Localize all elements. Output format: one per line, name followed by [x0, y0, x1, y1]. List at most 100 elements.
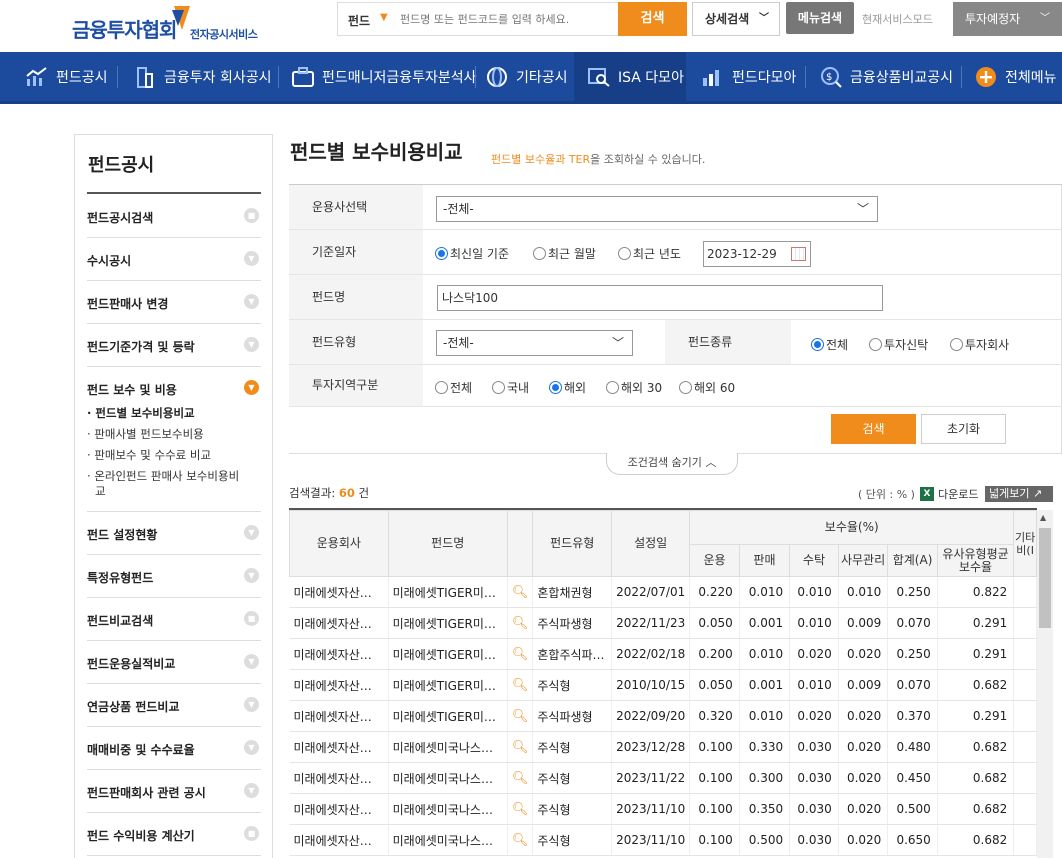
service-mode-label: 현재서비스모드: [862, 13, 933, 26]
chevron-down-icon: ▼: [244, 783, 259, 798]
radio-kind-company[interactable]: 투자회사: [950, 336, 1009, 353]
row-company[interactable]: 미래에셋자산…: [289, 793, 389, 825]
magnifier-icon[interactable]: 🔍︎: [512, 647, 529, 662]
row-fund-name[interactable]: 미래에셋TIGER미…: [388, 669, 508, 701]
radio-month-end[interactable]: 최근 월말: [533, 245, 596, 262]
date-field[interactable]: 2023-12-29: [703, 241, 811, 267]
magnifier-icon[interactable]: 🔍︎: [512, 678, 529, 693]
sidebar-item-special[interactable]: 특정유형펀드 ▼: [87, 555, 261, 598]
sidebar-item-fund-search[interactable]: 펀드공시검색 ■: [87, 195, 261, 238]
row-fund-name[interactable]: 미래에셋TIGER미…: [388, 700, 508, 732]
calendar-icon[interactable]: [791, 247, 806, 261]
row-total-fee: 0.650: [887, 824, 938, 856]
form-search-button[interactable]: 검색: [831, 414, 916, 444]
magnifier-icon[interactable]: 🔍︎: [512, 740, 529, 755]
sidebar-item-seller-disclosure[interactable]: 펀드판매회사 관련 공시 ▼: [87, 770, 261, 813]
radio-region-overseas[interactable]: 해외: [549, 379, 586, 396]
magnifier-icon[interactable]: 🔍︎: [512, 616, 529, 631]
wide-view-button[interactable]: 넓게보기 ↗: [985, 486, 1053, 502]
sidebar-item-seller-change[interactable]: 펀드판매사 변경 ▼: [87, 281, 261, 324]
row-fund-name[interactable]: 미래에셋TIGER미…: [388, 576, 508, 608]
row-company[interactable]: 미래에셋자산…: [289, 762, 389, 794]
radio-region-overseas30[interactable]: 해외 30: [606, 379, 662, 396]
nav-company-disclosure[interactable]: 금융투자 회사공시: [134, 52, 272, 101]
row-company[interactable]: 미래에셋자산…: [289, 824, 389, 856]
sidebar-subitem-sale-fee[interactable]: · 판매보수 및 수수료 비교: [87, 447, 211, 463]
row-similar-fee: 0.682: [937, 669, 1015, 701]
sidebar-item-label: 펀드비교검색: [87, 614, 154, 628]
company-select[interactable]: -전체- ﹀: [436, 196, 878, 222]
radio-kind-trust[interactable]: 투자신탁: [869, 336, 928, 353]
sidebar-subitem-fund-fee[interactable]: · 펀드별 보수비용비교: [87, 405, 195, 421]
row-company[interactable]: 미래에셋자산…: [289, 607, 389, 639]
results-table: 운용회사 펀드명 펀드유형 설정일 보수율(%) 기타비(I 운용 판매 수탁 …: [289, 510, 1037, 856]
menu-search-button[interactable]: 메뉴검색: [786, 2, 854, 34]
fund-type-select[interactable]: -전체- ﹀: [436, 330, 633, 356]
fund-name-label: 펀드명: [289, 275, 423, 319]
advanced-search-button[interactable]: 상세검색 ﹀: [692, 2, 780, 36]
row-fund-name[interactable]: 미래에셋TIGER미…: [388, 607, 508, 639]
sidebar-item-compare-search[interactable]: 펀드비교검색 ■: [87, 598, 261, 641]
row-company[interactable]: 미래에셋자산…: [289, 669, 389, 701]
toggle-label: 조건검색 숨기기: [627, 456, 702, 469]
radio-region-domestic[interactable]: 국내: [492, 379, 529, 396]
sidebar-item-pension[interactable]: 연금상품 펀드비교 ▼: [87, 684, 261, 727]
sidebar-item-calculator[interactable]: 펀드 수익비용 계산기 ■: [87, 813, 261, 856]
radio-region-all[interactable]: 전체: [435, 379, 472, 396]
row-company[interactable]: 미래에셋자산…: [289, 576, 389, 608]
search-category[interactable]: 펀드: [348, 12, 370, 29]
sidebar-item-trading[interactable]: 매매비중 및 수수료율 ▼: [87, 727, 261, 770]
scroll-up-icon[interactable]: ▲: [1040, 513, 1046, 522]
row-fund-name[interactable]: 미래에셋미국나스…: [388, 731, 508, 763]
magnifier-icon[interactable]: 🔍︎: [512, 802, 529, 817]
service-mode-select[interactable]: 투자예정자 ﹀: [953, 2, 1062, 36]
chevron-down-icon[interactable]: ▼: [380, 12, 388, 23]
row-sale-fee: 0.300: [739, 762, 791, 794]
row-fund-name[interactable]: 미래에셋미국나스…: [388, 824, 508, 856]
search-input[interactable]: [400, 9, 610, 29]
sidebar-subitem-online-fee[interactable]: · 온라인펀드 판매사 보수비용비: [87, 468, 239, 484]
nav-fund-damoa[interactable]: 펀드다모아: [702, 52, 796, 101]
download-button[interactable]: X 다운로드: [920, 486, 978, 502]
row-fund-name[interactable]: 미래에셋TIGER미…: [388, 638, 508, 670]
toggle-conditions-button[interactable]: 조건검색 숨기기 ︿: [606, 453, 738, 475]
sidebar-item-price[interactable]: 펀드기준가격 및 등락 ▼: [87, 324, 261, 367]
magnifier-icon[interactable]: 🔍︎: [512, 833, 529, 848]
row-fund-name[interactable]: 미래에셋미국나스…: [388, 793, 508, 825]
fund-name-input[interactable]: 나스닥100: [437, 285, 883, 311]
magnifier-icon[interactable]: 🔍︎: [512, 585, 529, 600]
company-label: 운용사선택: [289, 185, 423, 229]
nav-isa[interactable]: ISA 다모아: [574, 52, 686, 101]
nav-all-menu[interactable]: 전체메뉴: [975, 52, 1057, 101]
row-company[interactable]: 미래에셋자산…: [289, 731, 389, 763]
row-company[interactable]: 미래에셋자산…: [289, 700, 389, 732]
radio-kind-all[interactable]: 전체: [811, 336, 848, 353]
nav-divider: [278, 66, 279, 88]
nav-other-disclosure[interactable]: 기타공시: [486, 52, 568, 101]
row-total-fee: 0.370: [887, 700, 938, 732]
view-cell: 🔍︎: [507, 638, 534, 670]
radio-region-overseas60[interactable]: 해외 60: [679, 379, 735, 396]
row-fund-type: 주식형: [532, 762, 613, 794]
view-cell: 🔍︎: [507, 793, 534, 825]
site-logo[interactable]: 금융투자협회 전자공시서비스: [72, 6, 262, 44]
radio-latest[interactable]: 최신일 기준: [435, 245, 509, 262]
sidebar-item-performance[interactable]: 펀드운용실적비교 ▼: [87, 641, 261, 684]
radio-year-end[interactable]: 최근 년도: [618, 245, 681, 262]
nav-fund-manager[interactable]: 펀드매니저금융투자분석사: [292, 52, 477, 101]
sidebar-subitem-seller-fee[interactable]: · 판매사별 펀드보수비용: [87, 426, 204, 442]
search-button[interactable]: 검색: [618, 2, 687, 36]
table-scrollbar[interactable]: ▲: [1037, 510, 1053, 858]
nav-fund-disclosure[interactable]: 펀드공시: [26, 52, 108, 101]
scroll-thumb[interactable]: [1039, 528, 1051, 628]
col-total: 합계(A): [887, 544, 938, 577]
sidebar-item-setup[interactable]: 펀드 설정현황 ▼: [87, 512, 261, 555]
magnifier-icon[interactable]: 🔍︎: [512, 771, 529, 786]
nav-product-compare[interactable]: $ 금융상품비교공시: [820, 52, 953, 101]
form-reset-button[interactable]: 초기화: [921, 414, 1006, 444]
row-fund-name[interactable]: 미래에셋미국나스…: [388, 762, 508, 794]
row-fund-type: 주식형: [532, 731, 613, 763]
magnifier-icon[interactable]: 🔍︎: [512, 709, 529, 724]
sidebar-item-occasional[interactable]: 수시공시 ▼: [87, 238, 261, 281]
row-company[interactable]: 미래에셋자산…: [289, 638, 389, 670]
